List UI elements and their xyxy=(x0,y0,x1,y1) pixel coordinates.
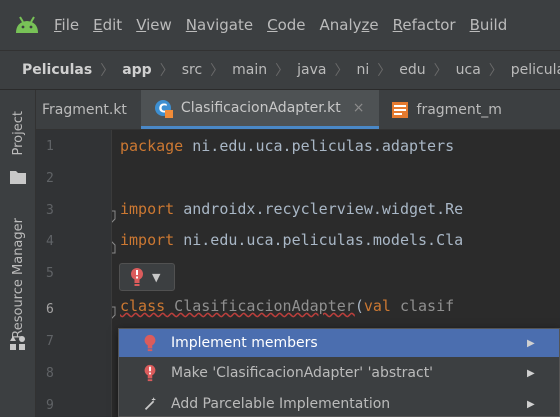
menu-edit[interactable]: Edit xyxy=(93,16,122,34)
line-number-current: 6 xyxy=(46,302,54,317)
menu-refactor[interactable]: Refactor xyxy=(393,16,456,34)
menu-bar: File Edit View Navigate Code Analyze Ref… xyxy=(0,0,560,50)
kotlin-class-icon: C xyxy=(154,100,173,118)
line-number: 2 xyxy=(46,171,54,186)
line-number-gutter: 1 2 3 4 5 6 7 8 9 xyxy=(36,130,112,417)
fold-marker-icon[interactable] xyxy=(112,306,116,320)
line-number: 7 xyxy=(46,334,54,349)
breadcrumb-item-module[interactable]: app xyxy=(122,62,152,78)
line-number: 5 xyxy=(46,266,54,281)
folder-icon xyxy=(10,171,26,184)
breadcrumb-separator: 〉 xyxy=(488,63,503,79)
action-implement-members[interactable]: Implement members ▶ xyxy=(119,329,559,357)
line-number: 1 xyxy=(46,139,54,154)
action-make-abstract[interactable]: Make 'ClasificacionAdapter' 'abstract' ▶ xyxy=(119,359,559,387)
intention-bulb-button[interactable]: ▼ xyxy=(119,263,175,291)
error-bulb-icon xyxy=(144,334,156,352)
resource-manager-icon xyxy=(10,336,25,350)
breadcrumb-separator: 〉 xyxy=(159,63,174,79)
error-bulb-icon xyxy=(144,364,156,382)
breadcrumb-item[interactable]: main xyxy=(232,62,267,78)
code-line-6: class ClasificacionAdapter(val clasif xyxy=(120,297,455,315)
menu-build[interactable]: Build xyxy=(470,16,508,34)
left-tool-strip: Project Resource Manager xyxy=(0,90,36,417)
editor-tabs: Fragment.kt C ClasificacionAdapter.kt × … xyxy=(36,90,560,130)
close-tab-icon[interactable]: × xyxy=(353,100,365,116)
breadcrumb-item[interactable]: ni xyxy=(356,62,369,78)
breadcrumb: Peliculas 〉 app 〉 src 〉 main 〉 java 〉 ni… xyxy=(0,50,560,90)
submenu-arrow-icon: ▶ xyxy=(527,367,535,379)
resource-manager-tool-tab[interactable]: Resource Manager xyxy=(0,208,36,348)
code-line-1: package ni.edu.uca.peliculas.adapters xyxy=(120,137,455,155)
line-number: 4 xyxy=(46,234,54,249)
breadcrumb-separator: 〉 xyxy=(100,63,115,79)
breadcrumb-item[interactable]: peliculas xyxy=(511,62,560,78)
fold-marker-icon[interactable] xyxy=(112,240,116,254)
breadcrumb-item[interactable]: src xyxy=(182,62,202,78)
code-line-3: import androidx.recyclerview.widget.Re xyxy=(120,200,464,218)
breadcrumb-separator: 〉 xyxy=(433,63,448,79)
breadcrumb-separator: 〉 xyxy=(334,63,349,79)
breadcrumb-item-project[interactable]: Peliculas xyxy=(22,62,92,78)
intention-actions-popup: Implement members ▶ Make 'ClasificacionA… xyxy=(118,328,560,417)
menu-code[interactable]: Code xyxy=(267,16,305,34)
breadcrumb-separator: 〉 xyxy=(210,63,225,79)
menu-file[interactable]: File xyxy=(54,16,79,34)
breadcrumb-item[interactable]: java xyxy=(297,62,326,78)
line-number: 9 xyxy=(46,398,54,413)
fold-marker-icon[interactable] xyxy=(112,210,116,224)
tab-fragment-kt[interactable]: Fragment.kt xyxy=(36,90,141,129)
line-number: 8 xyxy=(46,366,54,381)
magic-wand-icon xyxy=(144,397,156,411)
breadcrumb-item[interactable]: edu xyxy=(399,62,425,78)
menu-view[interactable]: View xyxy=(136,16,172,34)
tab-fragment-m[interactable]: fragment_m xyxy=(379,90,516,129)
error-bulb-icon xyxy=(131,268,143,286)
project-tool-tab[interactable]: Project xyxy=(0,102,36,164)
tab-clasificacion-adapter-kt[interactable]: C ClasificacionAdapter.kt × xyxy=(140,90,379,129)
menu-analyze[interactable]: Analyze xyxy=(320,16,379,34)
chevron-down-icon: ▼ xyxy=(152,270,161,284)
breadcrumb-separator: 〉 xyxy=(275,63,290,79)
submenu-arrow-icon: ▶ xyxy=(527,398,535,410)
breadcrumb-item[interactable]: uca xyxy=(456,62,481,78)
code-line-4: import ni.edu.uca.peliculas.models.Cla xyxy=(120,231,464,249)
xml-layout-icon xyxy=(391,101,408,118)
action-add-parcelable[interactable]: Add Parcelable Implementation ▶ xyxy=(119,390,559,417)
submenu-arrow-icon: ▶ xyxy=(527,337,535,349)
line-number: 3 xyxy=(46,203,54,218)
breadcrumb-separator: 〉 xyxy=(377,63,392,79)
android-studio-icon xyxy=(16,16,38,33)
menu-navigate[interactable]: Navigate xyxy=(186,16,253,34)
